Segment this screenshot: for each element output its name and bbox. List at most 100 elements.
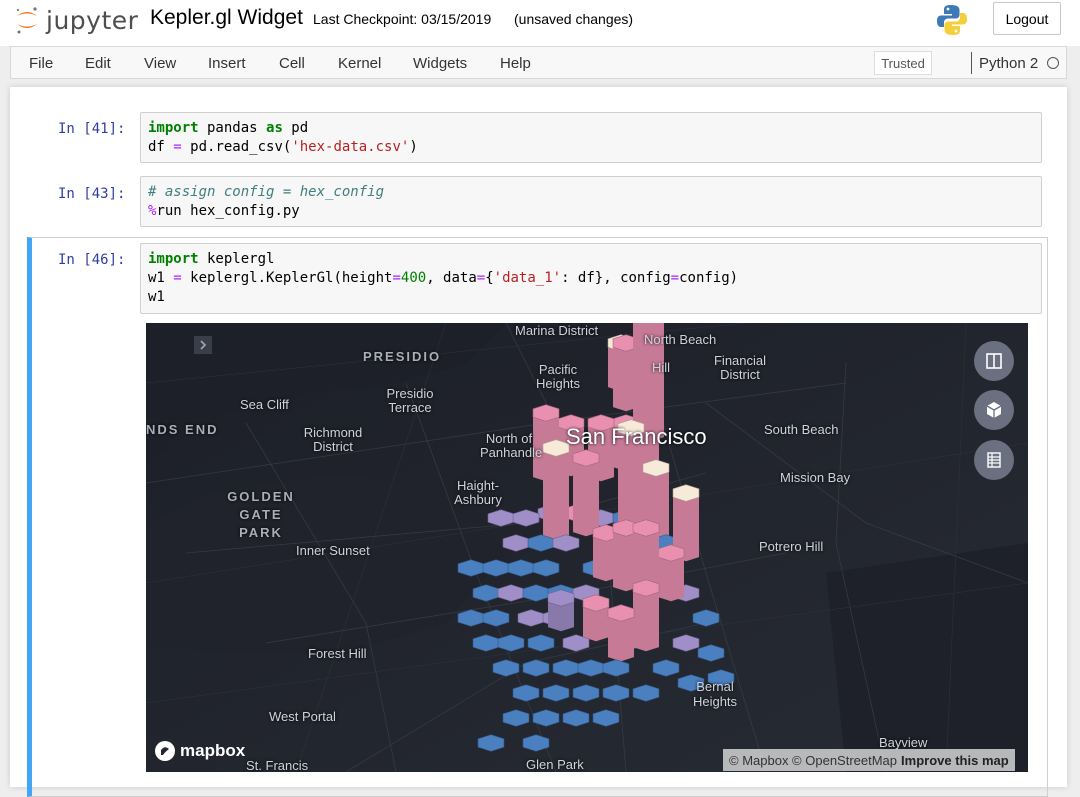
kernel-name[interactable]: Python 2 [979, 55, 1038, 72]
map-label-city: San Francisco [566, 424, 707, 449]
hexbin-column-top [472, 584, 500, 602]
hexbin-column [572, 449, 600, 537]
kepler-map[interactable]: Marina District North Beach PRESIDIO Pac… [146, 323, 1028, 772]
hexbin-column [542, 684, 570, 702]
sidebar-toggle-button[interactable] [194, 336, 212, 354]
mapbox-logo[interactable]: mapbox [154, 740, 245, 762]
map-label: GOLDEN GATE PARK [227, 489, 295, 540]
hexbin-column [497, 634, 525, 652]
hexbin-column [522, 734, 550, 752]
hexbin-column [507, 559, 535, 577]
map-label: PRESIDIO [363, 349, 442, 364]
trusted-indicator[interactable]: Trusted [874, 51, 932, 75]
legend-icon [987, 452, 1001, 468]
hexbin-column [562, 709, 590, 727]
map-label: West Portal [269, 709, 336, 724]
3d-view-icon [986, 402, 1002, 418]
map-label: Potrero Hill [759, 539, 824, 554]
hexbin-column [522, 659, 550, 677]
map-label: North of Panhandle [480, 431, 543, 460]
hexbin-column-top [457, 609, 485, 627]
hexbin-column-top [632, 684, 660, 702]
menu-kernel[interactable]: Kernel [338, 55, 381, 72]
attribution-text[interactable]: © Mapbox © OpenStreetMap [729, 753, 897, 768]
notebook-title[interactable]: Kepler.gl Widget [150, 6, 303, 30]
hexbin-column [572, 684, 600, 702]
mapbox-icon [155, 741, 175, 761]
hexbin-column [697, 644, 725, 662]
menu-insert[interactable]: Insert [208, 55, 246, 72]
hexbin-column-top [562, 709, 590, 727]
menu-edit[interactable]: Edit [85, 55, 111, 72]
split-map-button[interactable] [974, 341, 1014, 381]
menu-view[interactable]: View [144, 55, 176, 72]
hexbin-column-top [487, 509, 515, 527]
map-label: Pacific Heights [535, 362, 581, 391]
map-label: Mission Bay [780, 470, 851, 485]
jupyter-logo-icon [16, 7, 37, 34]
legend-button[interactable] [974, 440, 1014, 480]
hexbin-column-top [482, 559, 510, 577]
hexbin-column-top [532, 709, 560, 727]
hexbin-column [492, 659, 520, 677]
hexbin-column [672, 634, 700, 652]
map-label: Bernal Heights [692, 679, 738, 709]
cell-prompt: In [46]: [58, 252, 126, 268]
menu-file[interactable]: File [29, 55, 53, 72]
kernel-idle-icon [1047, 57, 1059, 69]
hexbin-column [527, 634, 555, 652]
mapbox-logo-text: mapbox [180, 741, 246, 760]
hexbin-column [602, 684, 630, 702]
hexbin-column [477, 734, 505, 752]
map-label: NDS END [146, 422, 219, 437]
hexbin-column-top [602, 659, 630, 677]
hexbin-column [482, 609, 510, 627]
hexbin-column-side [543, 443, 569, 547]
menu-widgets[interactable]: Widgets [413, 55, 467, 72]
hexbin-column-top [697, 644, 725, 662]
hexbin-column-top [572, 684, 600, 702]
menu-help[interactable]: Help [500, 55, 531, 72]
hexbin-column [632, 684, 660, 702]
code-cell-input[interactable]: # assign config = hex_config %run hex_co… [140, 176, 1042, 227]
hexbin-column-top [602, 684, 630, 702]
logout-button[interactable]: Logout [993, 2, 1061, 35]
3d-view-button[interactable] [974, 390, 1014, 430]
hexbin-column-top [507, 559, 535, 577]
hexbin-column-top [477, 734, 505, 752]
hexbin-column [487, 509, 515, 527]
code-cell-input[interactable]: import pandas as pd df = pd.read_csv('he… [140, 112, 1042, 163]
map-label: Inner Sunset [296, 543, 370, 558]
hexbin-column [472, 584, 500, 602]
map-label: South Beach [764, 422, 839, 437]
split-map-icon [986, 353, 1002, 369]
hexbin-column-top [502, 534, 530, 552]
map-label: Marina District [515, 323, 599, 338]
hexbin-column-top [672, 634, 700, 652]
hexbin-column [582, 594, 610, 642]
hexbin-column [512, 509, 540, 527]
hexbin-column [632, 579, 660, 652]
hexbin-column-top [472, 634, 500, 652]
cell-prompt: In [43]: [58, 186, 126, 202]
code-cell-input[interactable]: import keplergl w1 = keplergl.KeplerGl(h… [140, 243, 1042, 314]
map-label: Sea Cliff [240, 397, 289, 412]
menu-cell[interactable]: Cell [279, 55, 305, 72]
hexbin-column-top [492, 659, 520, 677]
jupyter-logo[interactable]: jupyter [14, 4, 138, 36]
hexbin-column-top [502, 709, 530, 727]
checkpoint-status: Last Checkpoint: 03/15/2019 [313, 11, 492, 27]
hexbin-column [472, 634, 500, 652]
improve-map-link[interactable]: Improve this map [901, 753, 1009, 768]
hexbin-column [652, 659, 680, 677]
map-label: Forest Hill [308, 646, 367, 661]
hexbin-column-top [522, 734, 550, 752]
chevron-right-icon [200, 340, 207, 350]
hexbin-column [497, 584, 525, 602]
hexbin-column [457, 559, 485, 577]
kernel-divider [971, 52, 972, 74]
hexbin-column-top [522, 584, 550, 602]
hexbin-column [592, 709, 620, 727]
hexbin-column-top [592, 709, 620, 727]
hexbin-column [532, 559, 560, 577]
